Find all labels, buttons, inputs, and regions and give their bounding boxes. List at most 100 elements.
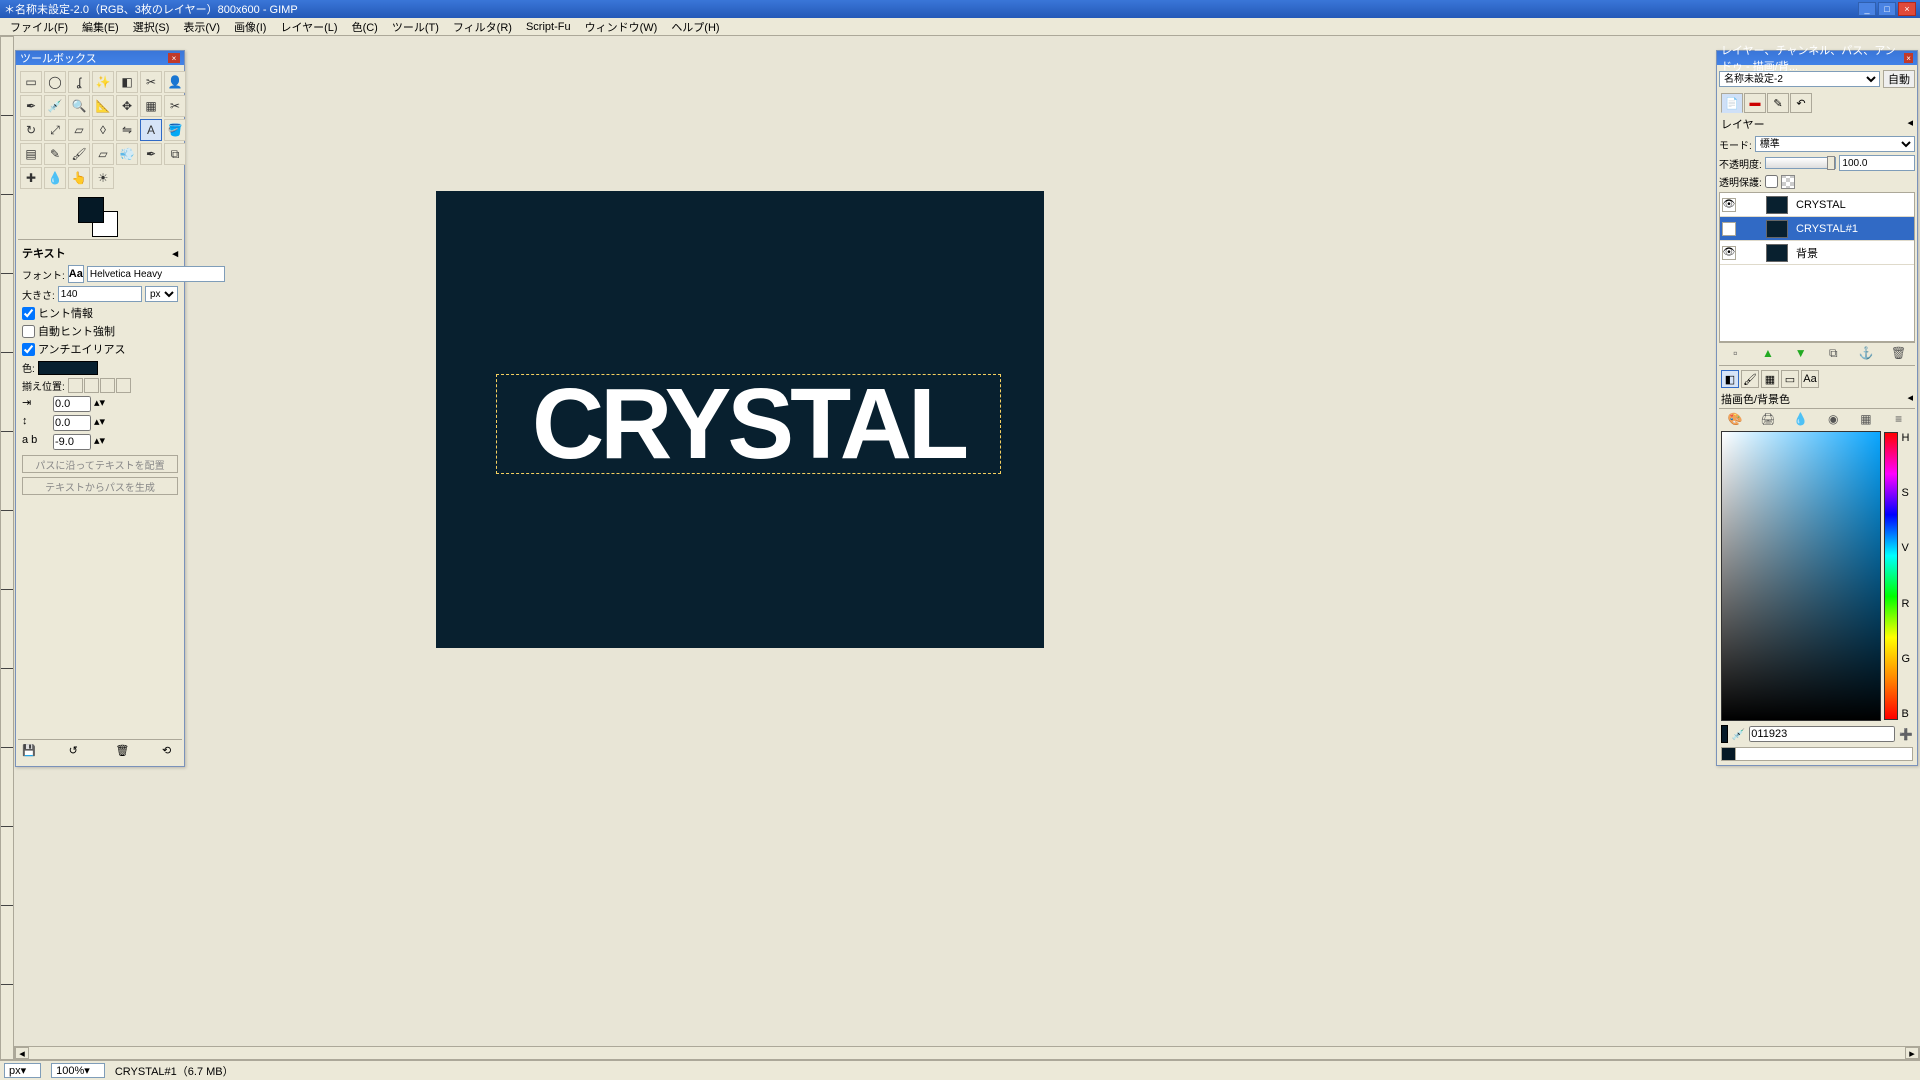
scroll-right-icon[interactable]: ▸ xyxy=(1905,1047,1919,1059)
fg-bg-colors[interactable] xyxy=(78,197,118,237)
new-layer-icon[interactable]: ▫ xyxy=(1727,345,1743,361)
tool-blur[interactable]: 💧 xyxy=(44,167,66,189)
opacity-slider[interactable] xyxy=(1765,157,1837,169)
layers-dock-close-icon[interactable]: × xyxy=(1904,53,1913,63)
tool-text[interactable]: A xyxy=(140,119,162,141)
layer-row[interactable]: 👁背景 xyxy=(1720,241,1914,265)
restore-options-icon[interactable]: ↺ xyxy=(69,744,85,760)
add-color-icon[interactable]: ➕ xyxy=(1899,728,1913,741)
history-swatch[interactable] xyxy=(1722,748,1736,760)
toolbox-title[interactable]: ツールボックス × xyxy=(16,51,184,65)
water-picker-icon[interactable]: 💧 xyxy=(1793,411,1809,427)
layer-visibility-icon[interactable]: 👁 xyxy=(1722,222,1736,236)
tool-flip[interactable]: ⇋ xyxy=(116,119,138,141)
tool-zoom[interactable]: 🔍 xyxy=(68,95,90,117)
menu-表示[interactable]: 表示(V) xyxy=(177,18,226,36)
tool-by-color-select[interactable]: ◧ xyxy=(116,71,138,93)
color-sv-plane[interactable]: HSVRGB xyxy=(1721,431,1881,721)
tool-ellipse-select[interactable]: ◯ xyxy=(44,71,66,93)
indent-input[interactable] xyxy=(53,396,91,412)
layer-row[interactable]: 👁CRYSTAL#1 xyxy=(1720,217,1914,241)
tab-undo[interactable]: ↶ xyxy=(1790,93,1812,113)
foreground-color[interactable] xyxy=(78,197,104,223)
ctab-pattern[interactable]: ▦ xyxy=(1761,370,1779,388)
text-to-path-button[interactable]: テキストからパスを生成 xyxy=(22,477,178,495)
reset-options-icon[interactable]: ⟲ xyxy=(162,744,178,760)
tool-perspective[interactable]: ◊ xyxy=(92,119,114,141)
delete-layer-icon[interactable]: 🗑 xyxy=(1891,345,1907,361)
eyedropper-icon[interactable]: 💉 xyxy=(1732,728,1746,741)
stepper-icon[interactable]: ▴▾ xyxy=(94,415,104,431)
font-preview[interactable]: Aa xyxy=(68,265,84,283)
autohint-check[interactable] xyxy=(22,325,35,338)
minimize-button[interactable]: _ xyxy=(1858,2,1876,16)
gimp-picker-icon[interactable]: 🎨 xyxy=(1727,411,1743,427)
tool-clone[interactable]: ⧉ xyxy=(164,143,186,165)
tool-rotate[interactable]: ↻ xyxy=(20,119,42,141)
tab-channels[interactable]: ▬ xyxy=(1744,93,1766,113)
document-selector[interactable]: 名称未設定-2 xyxy=(1719,71,1880,87)
text-selection-box[interactable]: CRYSTAL xyxy=(496,374,1001,474)
size-unit-select[interactable]: px xyxy=(145,286,178,302)
tab-paths[interactable]: ✎ xyxy=(1767,93,1789,113)
print-picker-icon[interactable]: 🖨 xyxy=(1760,411,1776,427)
text-along-path-button[interactable]: パスに沿ってテキストを配置 xyxy=(22,455,178,473)
tool-paintbrush[interactable]: 🖌 xyxy=(68,143,90,165)
autohint-checkbox[interactable]: 自動ヒント強制 xyxy=(22,323,178,339)
opacity-input[interactable] xyxy=(1839,155,1915,171)
tool-smudge[interactable]: 👆 xyxy=(68,167,90,189)
menu-選択[interactable]: 選択(S) xyxy=(127,18,176,36)
menu-Script-Fu[interactable]: Script-Fu xyxy=(520,20,577,34)
antialias-check[interactable] xyxy=(22,343,35,356)
tool-paths[interactable]: ✒ xyxy=(20,95,42,117)
lockalpha-check[interactable] xyxy=(1765,175,1778,188)
scroll-track[interactable] xyxy=(29,1047,1905,1059)
tool-measure[interactable]: 📐 xyxy=(92,95,114,117)
justify-left-button[interactable] xyxy=(68,378,83,393)
tool-color-picker[interactable]: 💉 xyxy=(44,95,66,117)
tab-layers[interactable]: 📄 xyxy=(1721,93,1743,113)
scroll-left-icon[interactable]: ◂ xyxy=(15,1047,29,1059)
tool-fuzzy-select[interactable]: ✨ xyxy=(92,71,114,93)
tool-fg-select[interactable]: 👤 xyxy=(164,71,186,93)
delete-options-icon[interactable]: 🗑 xyxy=(115,744,131,760)
menu-編集[interactable]: 編集(E) xyxy=(76,18,125,36)
ctab-fg[interactable]: ◧ xyxy=(1721,370,1739,388)
menu-ファイル[interactable]: ファイル(F) xyxy=(4,18,74,36)
close-button[interactable]: × xyxy=(1898,2,1916,16)
ctab-font[interactable]: Aa xyxy=(1801,370,1819,388)
tool-pencil[interactable]: ✎ xyxy=(44,143,66,165)
tool-ink[interactable]: ✒ xyxy=(140,143,162,165)
duplicate-layer-icon[interactable]: ⧉ xyxy=(1825,345,1841,361)
size-input[interactable] xyxy=(58,286,142,302)
antialias-checkbox[interactable]: アンチエイリアス xyxy=(22,341,178,357)
tool-move[interactable]: ✥ xyxy=(116,95,138,117)
current-color-swatch[interactable] xyxy=(1721,725,1728,743)
hinting-check[interactable] xyxy=(22,307,35,320)
text-color-swatch[interactable] xyxy=(38,361,98,375)
menu-ツール[interactable]: ツール(T) xyxy=(386,18,445,36)
anchor-layer-icon[interactable]: ⚓ xyxy=(1858,345,1874,361)
justify-center-button[interactable] xyxy=(100,378,115,393)
menu-レイヤー[interactable]: レイヤー(L) xyxy=(274,18,343,36)
tool-eraser[interactable]: ▱ xyxy=(92,143,114,165)
lower-layer-icon[interactable]: ▼ xyxy=(1793,345,1809,361)
tool-airbrush[interactable]: 💨 xyxy=(116,143,138,165)
scrollbar-horizontal[interactable]: ◂ ▸ xyxy=(14,1046,1920,1060)
menu-フィルタ[interactable]: フィルタ(R) xyxy=(447,18,518,36)
tool-dodge[interactable]: ☀ xyxy=(92,167,114,189)
mode-select[interactable]: 標準 xyxy=(1755,136,1915,152)
tool-options-menu-icon[interactable]: ◂ xyxy=(172,247,178,260)
tool-blend[interactable]: ▤ xyxy=(20,143,42,165)
linespace-input[interactable] xyxy=(53,415,91,431)
ruler-vertical[interactable] xyxy=(0,36,14,1060)
tool-align[interactable]: ▦ xyxy=(140,95,162,117)
menu-ウィンドウ[interactable]: ウィンドウ(W) xyxy=(579,18,664,36)
tool-bucket[interactable]: 🪣 xyxy=(164,119,186,141)
tool-rect-select[interactable]: ▭ xyxy=(20,71,42,93)
tool-heal[interactable]: ✚ xyxy=(20,167,42,189)
layer-row[interactable]: 👁CRYSTAL xyxy=(1720,193,1914,217)
color-history[interactable] xyxy=(1721,747,1913,761)
hinting-checkbox[interactable]: ヒント情報 xyxy=(22,305,178,321)
hue-bar[interactable] xyxy=(1884,432,1898,720)
